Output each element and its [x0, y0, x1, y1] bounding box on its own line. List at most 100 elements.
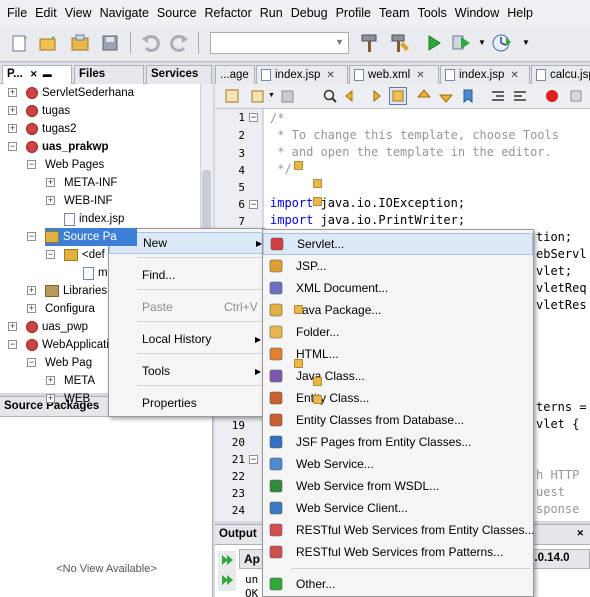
menu-team[interactable]: Team	[375, 6, 414, 20]
menu-refactor[interactable]: Refactor	[201, 6, 256, 20]
tree-node[interactable]: uas_pwp	[26, 318, 88, 336]
find-next-button[interactable]	[365, 87, 383, 105]
menu-source[interactable]: Source	[153, 6, 201, 20]
submenu-item-java-package[interactable]: Java Package...	[263, 299, 533, 321]
tree-node[interactable]: WEB-INF	[64, 192, 322, 210]
chevron-down-icon[interactable]: ▼	[522, 38, 530, 47]
menu-debug[interactable]: Debug	[287, 6, 332, 20]
tree-node[interactable]: Libraries	[45, 282, 107, 300]
next-bookmark-button[interactable]	[437, 87, 455, 105]
submenu-item-java-class[interactable]: Java Class...	[263, 365, 533, 387]
previous-bookmark-button[interactable]	[415, 87, 433, 105]
submenu-item-jsf-pages[interactable]: JSF Pages from Entity Classes...	[263, 431, 533, 453]
rerun-icon[interactable]	[220, 553, 234, 567]
tree-expand-toggle[interactable]: +	[27, 286, 36, 295]
tree-node[interactable]: Configura	[45, 300, 303, 318]
tree-node[interactable]: m	[83, 264, 108, 282]
run-button[interactable]	[422, 30, 446, 56]
tree-expand-toggle[interactable]: +	[27, 304, 36, 313]
submenu-item-entity-database[interactable]: Entity Classes from Database...	[263, 409, 533, 431]
close-icon[interactable]: ✕	[30, 69, 38, 79]
chevron-down-icon[interactable]: ▼	[268, 92, 275, 99]
menu-file[interactable]: File	[3, 6, 31, 20]
close-icon[interactable]: ✕	[326, 70, 334, 81]
tab-index-jsp[interactable]: index.jsp ✕	[256, 65, 348, 84]
back-button[interactable]	[249, 87, 267, 105]
menu-navigate[interactable]: Navigate	[96, 6, 153, 20]
new-project-button[interactable]	[36, 30, 60, 56]
tab-editor-page[interactable]: ...age	[215, 65, 255, 84]
tree-node[interactable]: META	[64, 372, 322, 390]
tree-node[interactable]: META-INF	[64, 174, 322, 192]
submenu-item-wsdl[interactable]: Web Service from WSDL...	[263, 475, 533, 497]
toggle-highlight-button[interactable]	[389, 87, 407, 105]
menu-run[interactable]: Run	[256, 6, 287, 20]
tree-node[interactable]: index.jsp	[64, 210, 124, 228]
fold-toggle[interactable]: −	[249, 200, 258, 209]
menu-profile[interactable]: Profile	[332, 6, 375, 20]
submenu-item-servlet[interactable]: Servlet...	[263, 233, 533, 255]
fold-toggle[interactable]: −	[249, 113, 258, 122]
submenu-item-web-service[interactable]: Web Service...	[263, 453, 533, 475]
clean-build-button[interactable]	[388, 30, 412, 56]
tree-expand-toggle[interactable]: −	[27, 232, 36, 241]
fold-toggle[interactable]: −	[249, 455, 258, 464]
menu-tools[interactable]: Tools	[414, 6, 451, 20]
tree-expand-toggle[interactable]: +	[8, 124, 17, 133]
tree-expand-toggle[interactable]: −	[8, 142, 17, 151]
build-button[interactable]	[358, 30, 382, 56]
menu-item-properties[interactable]: Properties	[109, 392, 264, 414]
submenu-item-restful-entity[interactable]: RESTful Web Services from Entity Classes…	[263, 519, 535, 541]
new-file-button[interactable]	[8, 30, 32, 56]
submenu-item-jsp[interactable]: JSP...	[263, 255, 533, 277]
menu-view[interactable]: View	[61, 6, 96, 20]
open-project-button[interactable]	[68, 30, 92, 56]
tree-expand-toggle[interactable]: −	[46, 250, 55, 259]
tab-services[interactable]: Services	[146, 65, 212, 84]
minimize-icon[interactable]: ▬	[43, 69, 52, 79]
close-icon[interactable]: ✕	[416, 70, 424, 81]
undo-button[interactable]	[138, 30, 162, 56]
tree-node[interactable]: tugas2	[26, 120, 77, 138]
menu-item-local-history[interactable]: Local History ▶	[109, 328, 264, 350]
menu-item-paste[interactable]: Paste Ctrl+V	[109, 296, 264, 318]
configuration-select[interactable]: ▼	[210, 32, 349, 54]
stop-button[interactable]	[567, 87, 585, 105]
tree-expand-toggle[interactable]: −	[8, 340, 17, 349]
submenu-item-folder[interactable]: Folder...	[263, 321, 533, 343]
menu-item-tools[interactable]: Tools ▶	[109, 360, 264, 382]
toggle-bookmark-button[interactable]	[459, 87, 477, 105]
tree-node[interactable]: Web Pag	[45, 354, 303, 372]
menu-help[interactable]: Help	[503, 6, 537, 20]
stop-macro-button[interactable]	[543, 87, 561, 105]
tree-node[interactable]: WebApplicati	[26, 336, 109, 354]
submenu-item-web-service-client[interactable]: Web Service Client...	[263, 497, 533, 519]
source-history-button[interactable]	[223, 87, 241, 105]
tree-expand-toggle[interactable]: +	[46, 178, 55, 187]
debug-button[interactable]	[450, 30, 474, 56]
tree-expand-toggle[interactable]: +	[8, 322, 17, 331]
tree-expand-toggle[interactable]: −	[27, 358, 36, 367]
menu-window[interactable]: Window	[451, 6, 503, 20]
shift-right-button[interactable]	[511, 87, 529, 105]
tab-projects[interactable]: P... ✕ ▬	[2, 65, 72, 84]
tree-expand-toggle[interactable]: +	[8, 106, 17, 115]
find-button[interactable]	[321, 87, 339, 105]
submenu-item-html[interactable]: HTML...	[263, 343, 533, 365]
menu-item-find[interactable]: Find...	[109, 264, 264, 286]
submenu-item-restful-patterns[interactable]: RESTful Web Services from Patterns...	[263, 541, 533, 563]
tree-node[interactable]: uas_prakwp	[26, 138, 108, 156]
rerun-icon[interactable]	[220, 573, 234, 587]
tree-node[interactable]: Source Pa	[45, 228, 137, 246]
tree-node[interactable]: WEB	[64, 390, 322, 408]
tree-node[interactable]: Web Pages	[45, 156, 303, 174]
tree-expand-toggle[interactable]: −	[27, 160, 36, 169]
submenu-item-entity-class[interactable]: Entity Class...	[263, 387, 533, 409]
tree-expand-toggle[interactable]: +	[46, 196, 55, 205]
tree-node[interactable]: <def	[64, 246, 105, 264]
tab-files[interactable]: Files	[74, 65, 144, 84]
save-all-button[interactable]	[98, 30, 122, 56]
tree-expand-toggle[interactable]: +	[46, 376, 55, 385]
close-icon[interactable]: ✕	[510, 70, 518, 81]
tab-web-xml[interactable]: web.xml ✕	[349, 65, 439, 84]
